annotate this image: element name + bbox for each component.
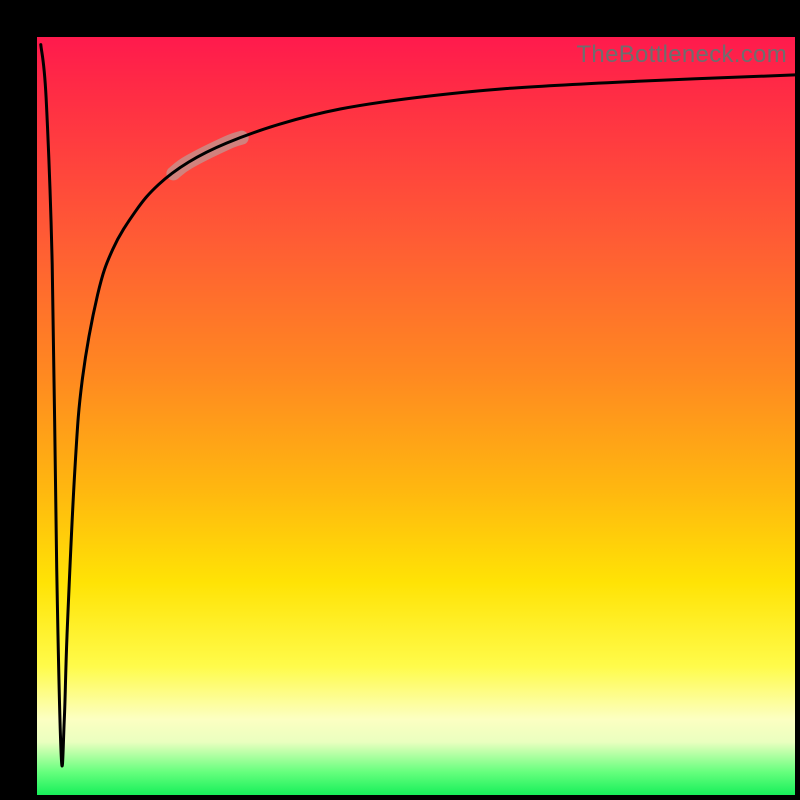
bottleneck-curve <box>37 37 795 795</box>
chart-frame: TheBottleneck.com <box>0 0 800 800</box>
plot-area: TheBottleneck.com <box>37 37 795 795</box>
curve-main-line <box>41 45 795 766</box>
curve-highlight-segment <box>173 138 241 174</box>
